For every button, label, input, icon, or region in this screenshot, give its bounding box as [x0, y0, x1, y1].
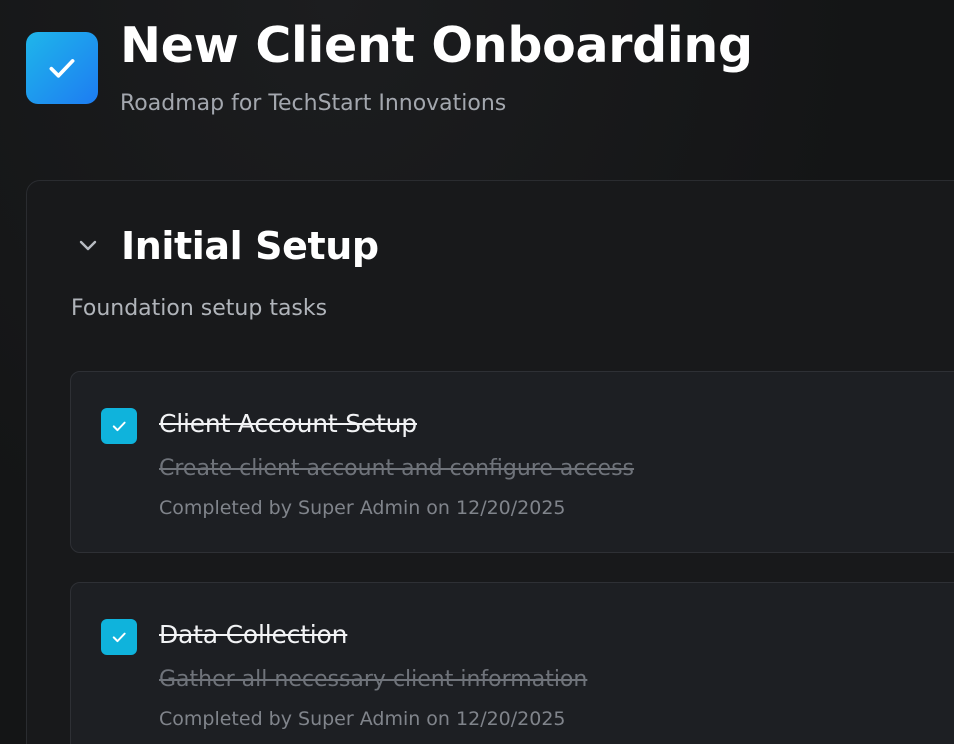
- task-card[interactable]: Client Account Setup Create client accou…: [70, 371, 954, 553]
- check-icon: [112, 421, 126, 432]
- task-description: Gather all necessary client information: [159, 667, 588, 692]
- page-title: New Client Onboarding: [120, 17, 753, 74]
- task-checkbox[interactable]: [101, 408, 137, 444]
- section-description: Foundation setup tasks: [71, 296, 328, 321]
- task-card[interactable]: Data Collection Gather all necessary cli…: [70, 582, 954, 744]
- task-title: Data Collection: [159, 620, 348, 649]
- task-description: Create client account and configure acce…: [159, 456, 635, 481]
- task-completed-info: Completed by Super Admin on 12/20/2025: [159, 708, 566, 730]
- task-completed-info: Completed by Super Admin on 12/20/2025: [159, 497, 566, 519]
- page-subtitle: Roadmap for TechStart Innovations: [120, 91, 507, 116]
- task-checkbox[interactable]: [101, 619, 137, 655]
- collapse-toggle-button[interactable]: [74, 231, 102, 259]
- section-title: Initial Setup: [121, 224, 379, 268]
- task-title: Client Account Setup: [159, 409, 417, 438]
- section-panel: Initial Setup Foundation setup tasks Cli…: [26, 180, 954, 744]
- check-icon: [112, 632, 126, 643]
- checkmark-icon: [26, 32, 98, 104]
- chevron-down-icon: [79, 240, 97, 251]
- onboarding-page: New Client Onboarding Roadmap for TechSt…: [0, 0, 954, 744]
